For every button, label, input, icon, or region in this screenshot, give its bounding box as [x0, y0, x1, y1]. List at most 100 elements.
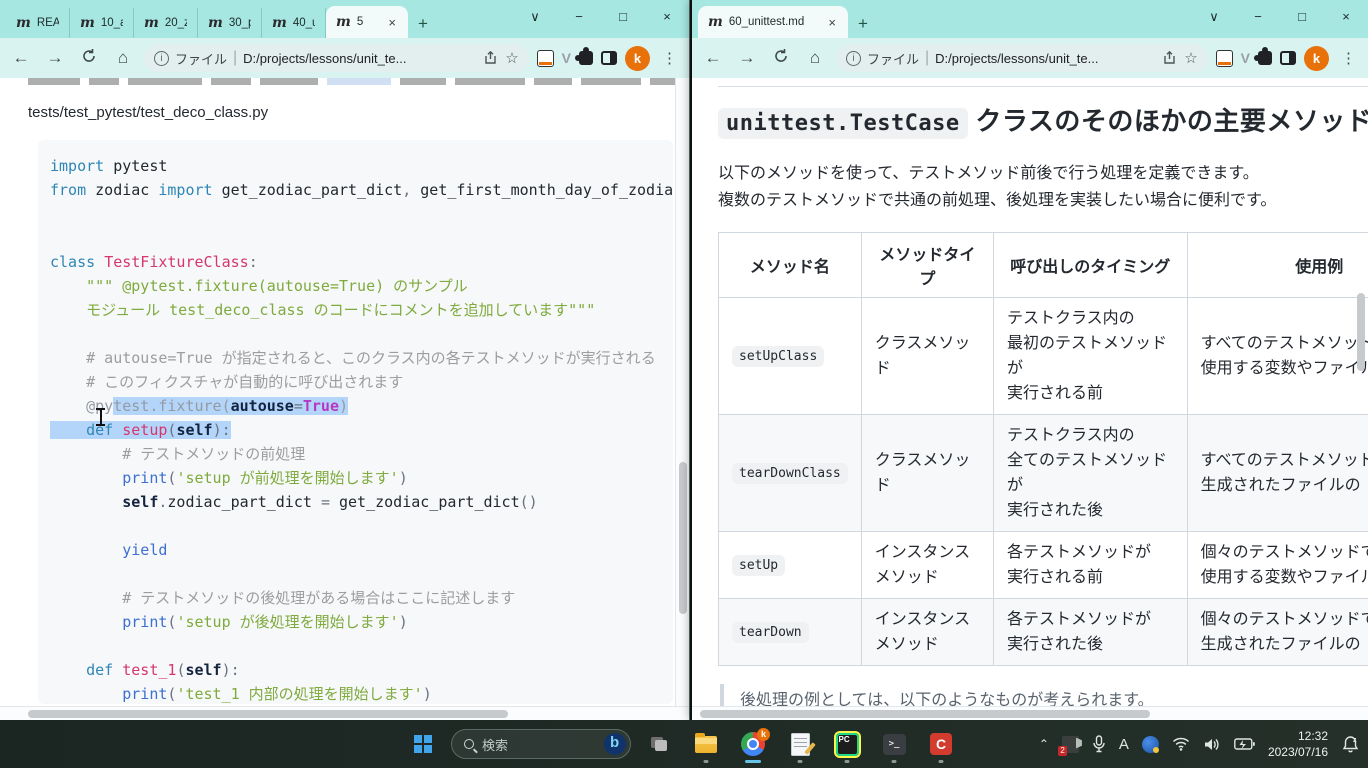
microphone-icon[interactable]: [1092, 735, 1106, 753]
search-icon: [464, 739, 474, 749]
start-button[interactable]: [404, 724, 442, 764]
back-button[interactable]: ←: [700, 48, 726, 68]
close-button[interactable]: ×: [645, 0, 689, 34]
share-icon[interactable]: [1162, 50, 1178, 66]
tab-1[interactable]: m10_al: [70, 8, 134, 38]
site-info-icon[interactable]: i: [154, 51, 169, 66]
reload-button[interactable]: [768, 48, 794, 69]
side-panel-icon[interactable]: [601, 51, 617, 65]
clock[interactable]: 12:32 2023/07/16: [1268, 728, 1328, 760]
address-bar[interactable]: i ファイル | D:/projects/lessons/unit_te... …: [144, 44, 529, 72]
browser-menu-icon[interactable]: ⋮: [658, 49, 681, 67]
clibor-button[interactable]: C: [922, 724, 960, 764]
battery-icon[interactable]: [1234, 738, 1255, 750]
home-button[interactable]: ⌂: [110, 48, 136, 68]
bing-icon: [604, 733, 626, 755]
code-pre: import pytestfrom zodiac import get_zodi…: [50, 154, 661, 704]
svg-text:z: z: [1353, 737, 1357, 744]
horizontal-scrollbar-left[interactable]: [0, 706, 689, 720]
tab-close-icon[interactable]: ×: [386, 15, 398, 30]
file-explorer-button[interactable]: [687, 724, 725, 764]
notification-bell-icon[interactable]: z: [1341, 735, 1360, 754]
maximize-button[interactable]: □: [1280, 0, 1324, 34]
tab-2[interactable]: m20_zo: [134, 8, 198, 38]
pycharm-button[interactable]: [828, 724, 866, 764]
wifi-icon[interactable]: [1172, 737, 1190, 751]
table-cell: インスタンスメソッド: [861, 532, 993, 599]
back-button[interactable]: ←: [8, 48, 34, 68]
task-view-button[interactable]: [640, 724, 678, 764]
terminal-button[interactable]: >_: [875, 724, 913, 764]
extensions-puzzle-icon[interactable]: [1258, 51, 1272, 65]
vertical-scrollbar-right[interactable]: [1354, 78, 1368, 706]
maximize-button[interactable]: □: [601, 0, 645, 34]
doc-heading: unittest.TestCase クラスのそのほかの主要メソッド: [718, 101, 1368, 138]
bookmark-star-icon[interactable]: ☆: [505, 49, 518, 67]
profile-avatar[interactable]: k: [1304, 46, 1329, 71]
methods-table: メソッド名メソッドタイプ呼び出しのタイミング使用例 setUpClassクラスメ…: [718, 232, 1368, 666]
folder-icon: [695, 736, 717, 753]
window-controls-right: ∨ − □ ×: [1192, 0, 1368, 34]
minimize-button[interactable]: −: [557, 0, 601, 34]
profile-badge: k: [757, 728, 770, 741]
tab-search-button[interactable]: ∨: [513, 0, 557, 34]
horizontal-scrollbar-right[interactable]: [692, 706, 1368, 720]
v-extension-icon[interactable]: V: [562, 50, 571, 66]
new-tab-button[interactable]: +: [848, 12, 878, 38]
tab-4[interactable]: m40_u: [262, 8, 326, 38]
heading-code-span: unittest.TestCase: [718, 108, 968, 139]
browser-menu-icon[interactable]: ⋮: [1337, 49, 1360, 67]
bookmark-star-icon[interactable]: ☆: [1184, 49, 1197, 67]
windows-taskbar: 検索 k >_ C ⌃ A 12:32 2023/07/16 z: [0, 720, 1368, 768]
tab-search-button[interactable]: ∨: [1192, 0, 1236, 34]
task-view-icon: [651, 737, 667, 751]
reload-icon: [773, 48, 789, 64]
tab-5[interactable]: m5×: [326, 6, 408, 38]
tab-close-icon[interactable]: ×: [826, 15, 838, 30]
browser-toolbar-right: ← → ⌂ i ファイル | D:/projects/lessons/unit_…: [692, 38, 1368, 78]
table-cell: テストクラス内の最初のテストメソッドが実行される前: [993, 298, 1187, 415]
site-info-icon[interactable]: i: [846, 51, 861, 66]
profile-avatar[interactable]: k: [625, 46, 650, 71]
table-cell: tearDown: [719, 599, 862, 666]
method-name-code: tearDownClass: [732, 463, 848, 484]
table-cell: 個々のテストメソッドで生成されたファイルの: [1187, 599, 1368, 666]
tab-3[interactable]: m30_p: [198, 8, 262, 38]
notepad-button[interactable]: [781, 724, 819, 764]
table-cell: setUp: [719, 532, 862, 599]
share-icon[interactable]: [483, 50, 499, 66]
markdown-viewer-extension-icon[interactable]: [537, 50, 554, 67]
new-tab-button[interactable]: +: [408, 12, 438, 38]
horizontal-rule: [718, 86, 1368, 87]
tray-app-badge-icon[interactable]: [1062, 736, 1079, 753]
tab-0[interactable]: mREAD: [6, 8, 70, 38]
table-cell: 個々のテストメソッドで使用する変数やファイルを: [1187, 532, 1368, 599]
address-separator: |: [925, 49, 929, 67]
ime-mode-indicator[interactable]: A: [1119, 736, 1129, 753]
home-button[interactable]: ⌂: [802, 48, 828, 68]
browser-toolbar-left: ← → ⌂ i ファイル | D:/projects/lessons/unit_…: [0, 38, 689, 78]
table-header-row: メソッド名メソッドタイプ呼び出しのタイミング使用例: [719, 233, 1368, 298]
chrome-button[interactable]: k: [734, 724, 772, 764]
tab-60-unittest[interactable]: m 60_unittest.md ×: [698, 6, 848, 38]
taskbar-search-box[interactable]: 検索: [451, 729, 631, 759]
close-button[interactable]: ×: [1324, 0, 1368, 34]
extensions-puzzle-icon[interactable]: [579, 51, 593, 65]
url-scheme-label: ファイル: [867, 49, 919, 68]
v-extension-icon[interactable]: V: [1241, 50, 1250, 66]
side-panel-icon[interactable]: [1280, 51, 1296, 65]
system-tray: ⌃ A 12:32 2023/07/16 z: [1039, 720, 1360, 768]
reload-button[interactable]: [76, 48, 102, 69]
speaker-icon[interactable]: [1203, 737, 1221, 752]
tray-sphere-icon[interactable]: [1142, 736, 1159, 753]
clipped-text-remnant: [28, 78, 689, 85]
minimize-button[interactable]: −: [1236, 0, 1280, 34]
address-separator: |: [233, 49, 237, 67]
forward-button[interactable]: →: [734, 48, 760, 68]
markdown-viewer-extension-icon[interactable]: [1216, 50, 1233, 67]
tray-overflow-chevron-icon[interactable]: ⌃: [1039, 737, 1049, 751]
file-path-heading: tests/test_pytest/test_deco_class.py: [28, 104, 268, 121]
vertical-scrollbar-left[interactable]: [675, 78, 689, 706]
forward-button[interactable]: →: [42, 48, 68, 68]
address-bar[interactable]: i ファイル | D:/projects/lessons/unit_te... …: [836, 44, 1208, 72]
